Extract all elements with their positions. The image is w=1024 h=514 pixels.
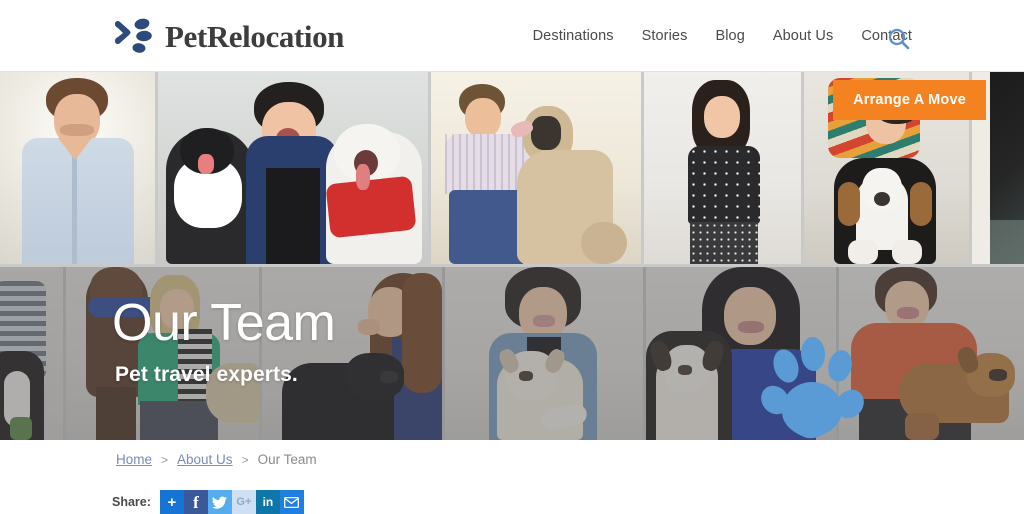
share-twitter-icon[interactable] [207, 490, 232, 514]
page-title: Our Team [112, 294, 336, 352]
photo-tile-woman-small-dog[interactable] [445, 267, 643, 440]
site-header: PetRelocation Destinations Stories Blog … [0, 0, 1024, 72]
nav-item-stories[interactable]: Stories [628, 28, 702, 44]
photo-tile-woman-two-dogs[interactable] [158, 72, 428, 264]
share-bar: Share: + f G+ in [112, 490, 304, 514]
breadcrumb-separator: > [161, 452, 169, 467]
breadcrumb-separator: > [241, 452, 249, 467]
photo-tile-man-blue-shirt[interactable] [0, 72, 155, 264]
breadcrumb-item-about-us[interactable]: About Us [177, 452, 233, 467]
share-addthis-icon[interactable]: + [159, 490, 184, 514]
photo-tile-woman-polka-dot[interactable] [644, 72, 801, 264]
search-icon[interactable] [886, 25, 914, 53]
paw-logo-icon [115, 18, 152, 53]
share-facebook-icon[interactable]: f [183, 490, 208, 514]
content-area: Home > About Us > Our Team Share: + f G+… [0, 440, 1024, 514]
hero-photo-collage: Our Team Pet travel experts. Arrange A M… [0, 72, 1024, 440]
arrange-a-move-button[interactable]: Arrange A Move [833, 80, 986, 120]
share-email-icon[interactable] [279, 490, 304, 514]
page-subtitle: Pet travel experts. [115, 363, 298, 386]
photo-tile-woman-orange-dog[interactable] [839, 267, 1024, 440]
photo-tile-woman-blue-spaniel[interactable] [646, 267, 836, 440]
breadcrumb-item-current: Our Team [257, 452, 317, 467]
breadcrumb-item-home[interactable]: Home [116, 452, 152, 467]
share-googleplus-icon[interactable]: G+ [231, 490, 256, 514]
logo-text: PetRelocation [165, 18, 345, 54]
photo-tile-person-dog-partial[interactable] [0, 267, 63, 440]
site-logo[interactable]: PetRelocation [112, 17, 344, 55]
nav-item-blog[interactable]: Blog [701, 28, 758, 44]
nav-item-destinations[interactable]: Destinations [519, 28, 628, 44]
nav-item-about-us[interactable]: About Us [759, 28, 847, 44]
main-navigation: Destinations Stories Blog About Us Conta… [519, 28, 926, 44]
breadcrumb: Home > About Us > Our Team [116, 452, 317, 467]
share-label: Share: [112, 495, 151, 509]
hero-copy: Our Team Pet travel experts. [112, 294, 336, 387]
photo-tile-man-mastiff[interactable] [431, 72, 641, 264]
share-linkedin-icon[interactable]: in [255, 490, 280, 514]
